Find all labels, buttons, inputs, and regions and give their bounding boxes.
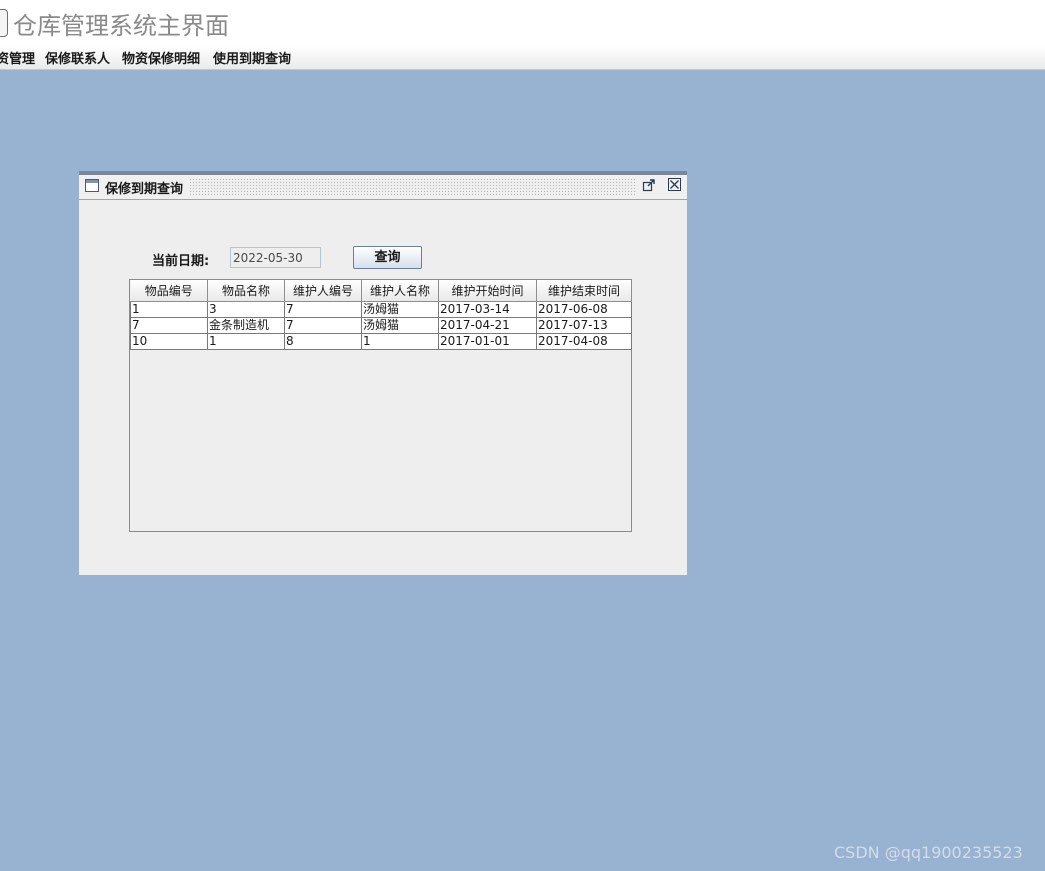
table-cell[interactable]: 金条制造机 xyxy=(207,317,285,334)
menu-item-inventory[interactable]: 资管理 xyxy=(0,48,35,67)
table-cell[interactable]: 2017-04-08 xyxy=(536,333,632,350)
table-cell[interactable]: 汤姆猫 xyxy=(361,301,439,318)
column-header-maintainer-id[interactable]: 维护人编号 xyxy=(284,280,362,302)
menubar: 资管理 保修联系人 物资保修明细 使用到期查询 xyxy=(0,46,1045,70)
warranty-expiry-window: 保修到期查询 当前日期: 查询 xyxy=(79,171,687,575)
titlebar-grip xyxy=(189,178,637,195)
app-icon xyxy=(0,9,8,37)
app-titlebar: 仓库管理系统主界面 xyxy=(0,0,1045,46)
table-row[interactable]: 1 3 7 汤姆猫 2017-03-14 2017-06-08 xyxy=(130,301,632,318)
table-row[interactable]: 10 1 8 1 2017-01-01 2017-04-08 xyxy=(130,333,632,350)
column-header-maintainer-name[interactable]: 维护人名称 xyxy=(361,280,439,302)
table-cell[interactable]: 1 xyxy=(130,301,208,318)
current-date-field[interactable] xyxy=(230,247,321,268)
table-cell[interactable]: 1 xyxy=(207,333,285,350)
results-table: 物品编号 物品名称 维护人编号 维护人名称 维护开始时间 维护结束时间 1 3 … xyxy=(130,280,632,350)
window-titlebar[interactable]: 保修到期查询 xyxy=(79,175,687,200)
table-cell[interactable]: 7 xyxy=(284,317,362,334)
close-icon[interactable] xyxy=(668,178,681,191)
maximize-icon[interactable] xyxy=(642,178,656,192)
table-cell[interactable]: 10 xyxy=(130,333,208,350)
table-cell[interactable]: 2017-01-01 xyxy=(438,333,537,350)
table-cell[interactable]: 7 xyxy=(284,301,362,318)
column-header-start-time[interactable]: 维护开始时间 xyxy=(438,280,537,302)
table-cell[interactable]: 2017-06-08 xyxy=(536,301,632,318)
window-icon xyxy=(85,179,99,192)
table-cell[interactable]: 2017-04-21 xyxy=(438,317,537,334)
table-cell[interactable]: 1 xyxy=(361,333,439,350)
results-table-scrollpane[interactable]: 物品编号 物品名称 维护人编号 维护人名称 维护开始时间 维护结束时间 1 3 … xyxy=(129,279,632,532)
table-cell[interactable]: 2017-03-14 xyxy=(438,301,537,318)
table-cell[interactable]: 汤姆猫 xyxy=(361,317,439,334)
menu-item-warranty-details[interactable]: 物资保修明细 xyxy=(122,48,200,67)
table-row[interactable]: 7 金条制造机 7 汤姆猫 2017-04-21 2017-07-13 xyxy=(130,317,632,334)
table-cell[interactable]: 3 xyxy=(207,301,285,318)
query-button[interactable]: 查询 xyxy=(353,246,422,269)
column-header-item-name[interactable]: 物品名称 xyxy=(207,280,285,302)
watermark: CSDN @qq1900235523 xyxy=(834,843,1023,862)
window-title: 保修到期查询 xyxy=(105,182,184,197)
column-header-item-id[interactable]: 物品编号 xyxy=(130,280,208,302)
table-cell[interactable]: 8 xyxy=(284,333,362,350)
table-cell[interactable]: 7 xyxy=(130,317,208,334)
app-title: 仓库管理系统主界面 xyxy=(13,12,229,40)
menu-item-contacts[interactable]: 保修联系人 xyxy=(45,48,110,67)
table-cell[interactable]: 2017-07-13 xyxy=(536,317,632,334)
table-header-row: 物品编号 物品名称 维护人编号 维护人名称 维护开始时间 维护结束时间 xyxy=(130,280,632,302)
column-header-end-time[interactable]: 维护结束时间 xyxy=(536,280,632,302)
menu-item-expiry-query[interactable]: 使用到期查询 xyxy=(213,48,291,67)
current-date-label: 当前日期: xyxy=(152,254,210,269)
